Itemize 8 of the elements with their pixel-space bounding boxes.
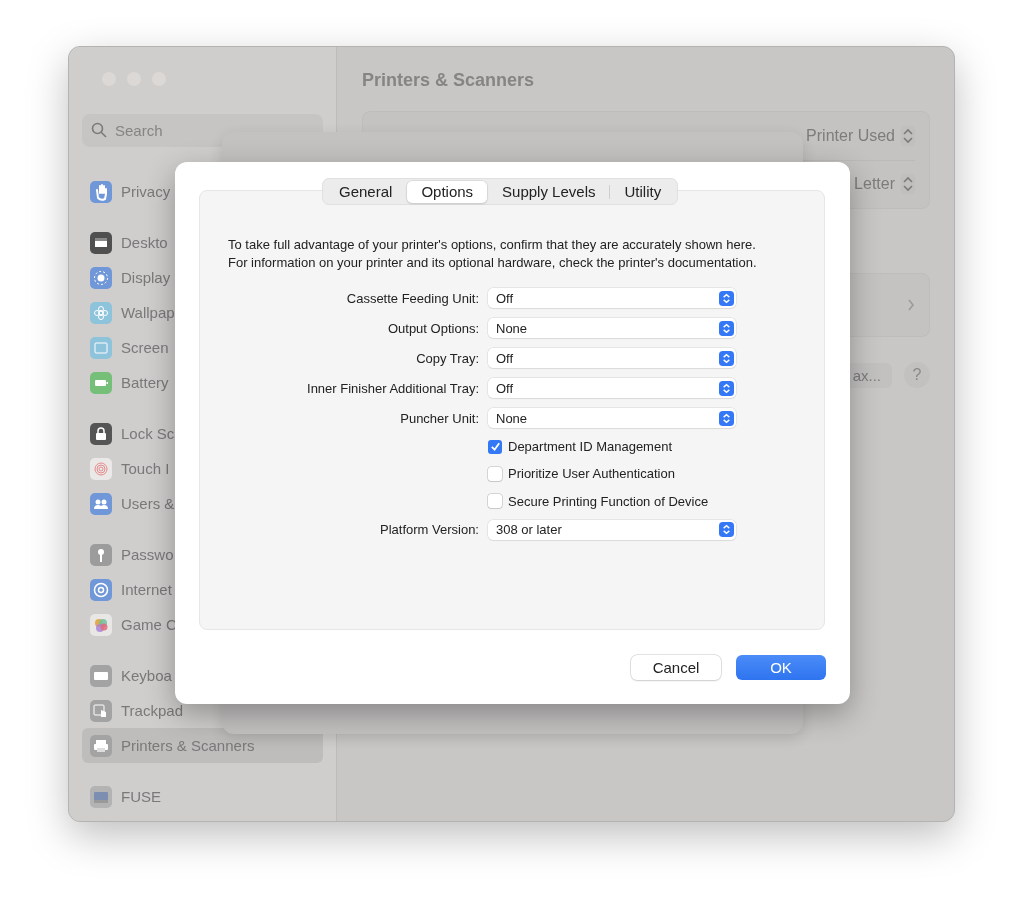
field-label: Platform Version: xyxy=(379,522,479,538)
field-label: Puncher Unit: xyxy=(399,410,479,426)
field-label: Output Options: xyxy=(386,320,479,336)
pane-title: Printers & Scanners xyxy=(362,69,536,92)
field-label: Copy Tray: xyxy=(415,350,479,366)
field-label: Inner Finisher Additional Tray: xyxy=(306,380,479,396)
description-text: To take full advantage of your printer's options, confirm that they are accurately shown here. For information on your printer and its optional hardware, check the printer's documentation. xyxy=(228,236,758,271)
field-label: Cassette Feeding Unit: xyxy=(345,290,479,306)
